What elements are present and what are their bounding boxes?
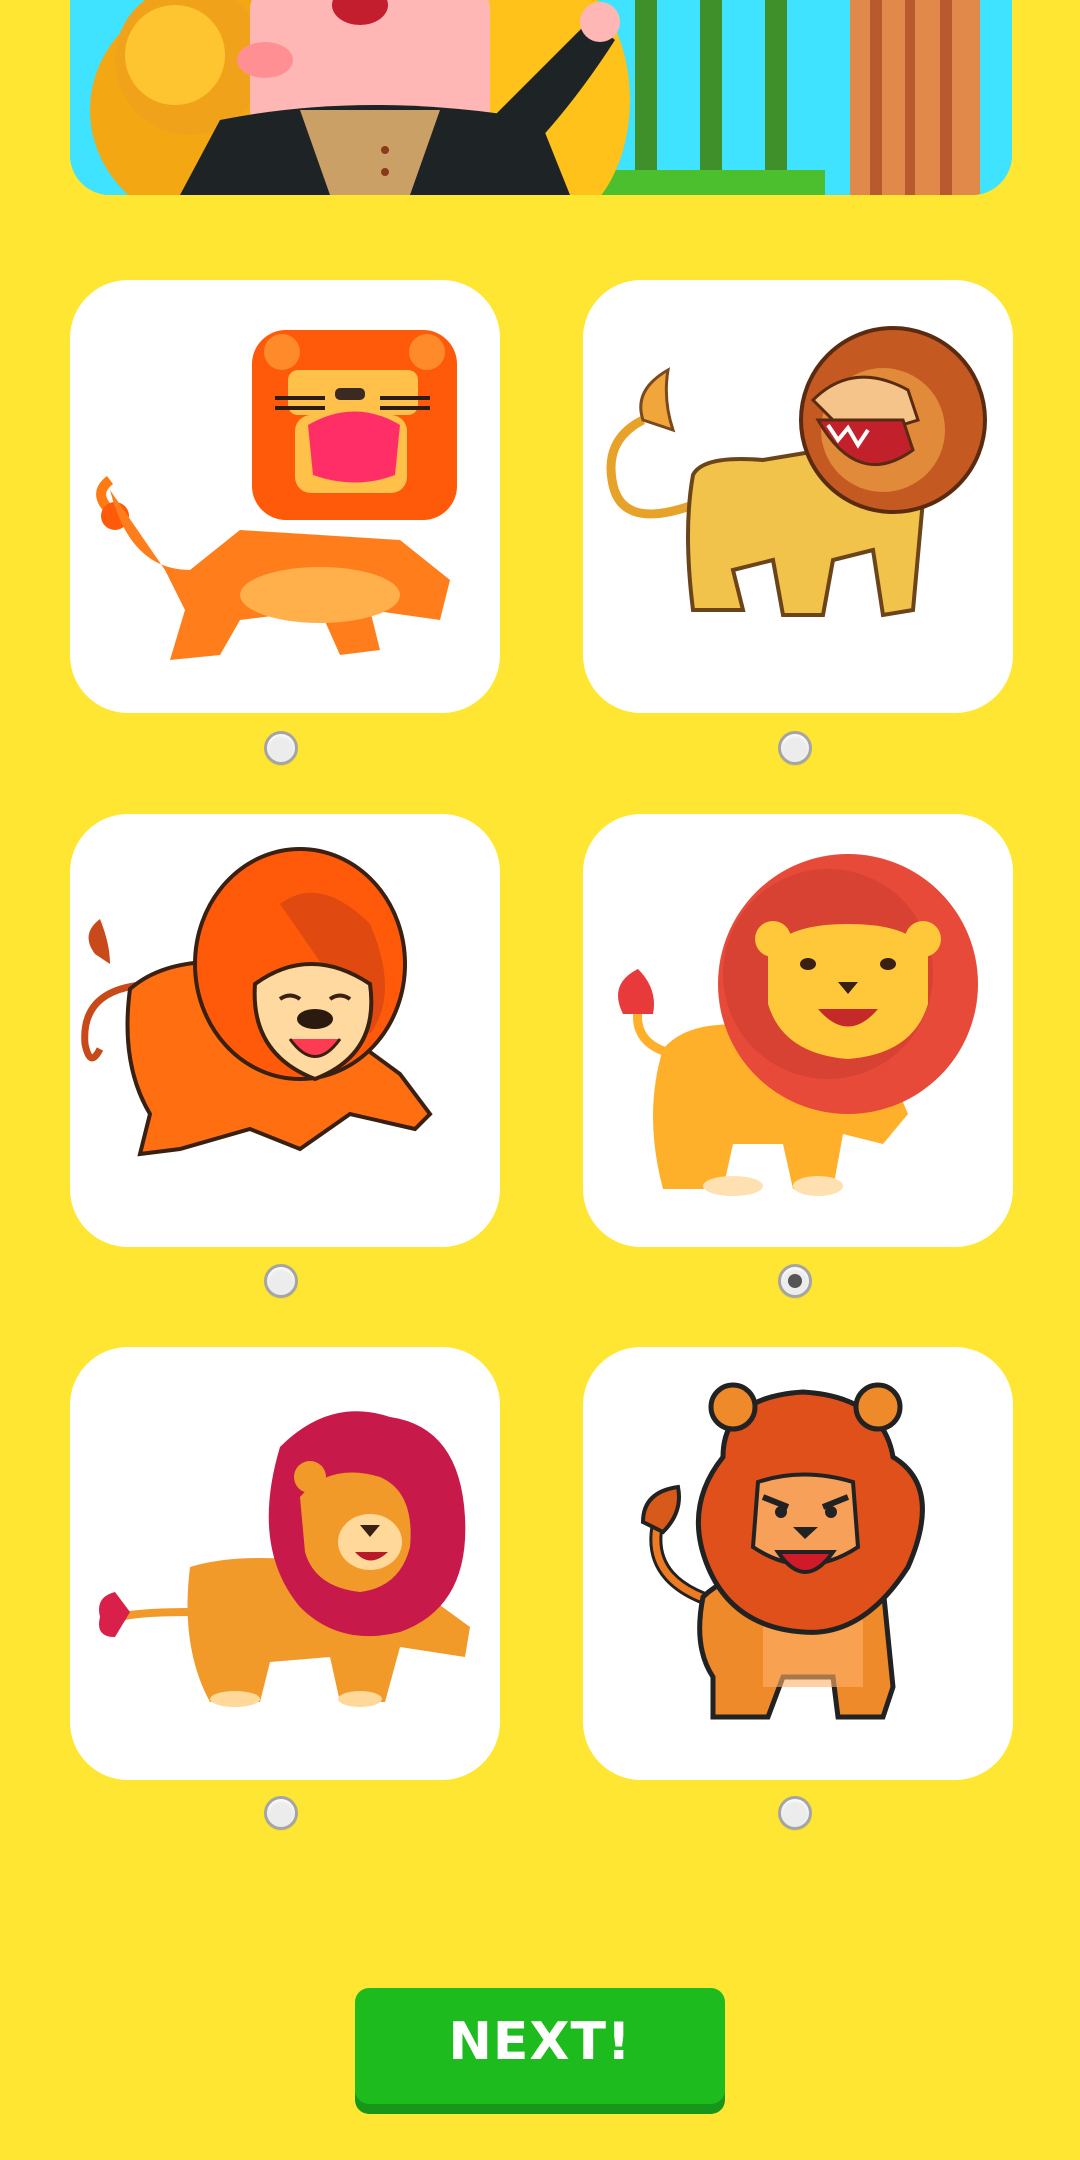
option-radio-2[interactable] xyxy=(778,731,812,765)
lion-red-mane-icon xyxy=(618,854,978,1196)
option-radio-4[interactable] xyxy=(778,1264,812,1298)
option-radio-3[interactable] xyxy=(264,1264,298,1298)
option-radio-5[interactable] xyxy=(264,1796,298,1830)
zookeeper-banner xyxy=(70,0,1012,195)
option-card-5[interactable] xyxy=(70,1347,500,1780)
option-card-4[interactable] xyxy=(583,814,1013,1247)
option-card-1[interactable] xyxy=(70,280,500,713)
lion-yellow-roaring-icon xyxy=(606,326,987,618)
option-card-3[interactable] xyxy=(70,814,500,1247)
lion-magenta-mane-icon xyxy=(99,1411,470,1707)
zookeeper-illustration xyxy=(70,0,1012,195)
option-card-2[interactable] xyxy=(583,280,1013,713)
lion-orange-crouching-icon xyxy=(81,847,433,1157)
option-radio-6[interactable] xyxy=(778,1796,812,1830)
next-button[interactable]: NEXT! xyxy=(355,1988,725,2104)
lion-fierce-standing-icon xyxy=(640,1382,925,1720)
option-card-6[interactable] xyxy=(583,1347,1013,1780)
option-radio-1[interactable] xyxy=(264,731,298,765)
lion-geometric-roaring-icon xyxy=(96,330,457,660)
